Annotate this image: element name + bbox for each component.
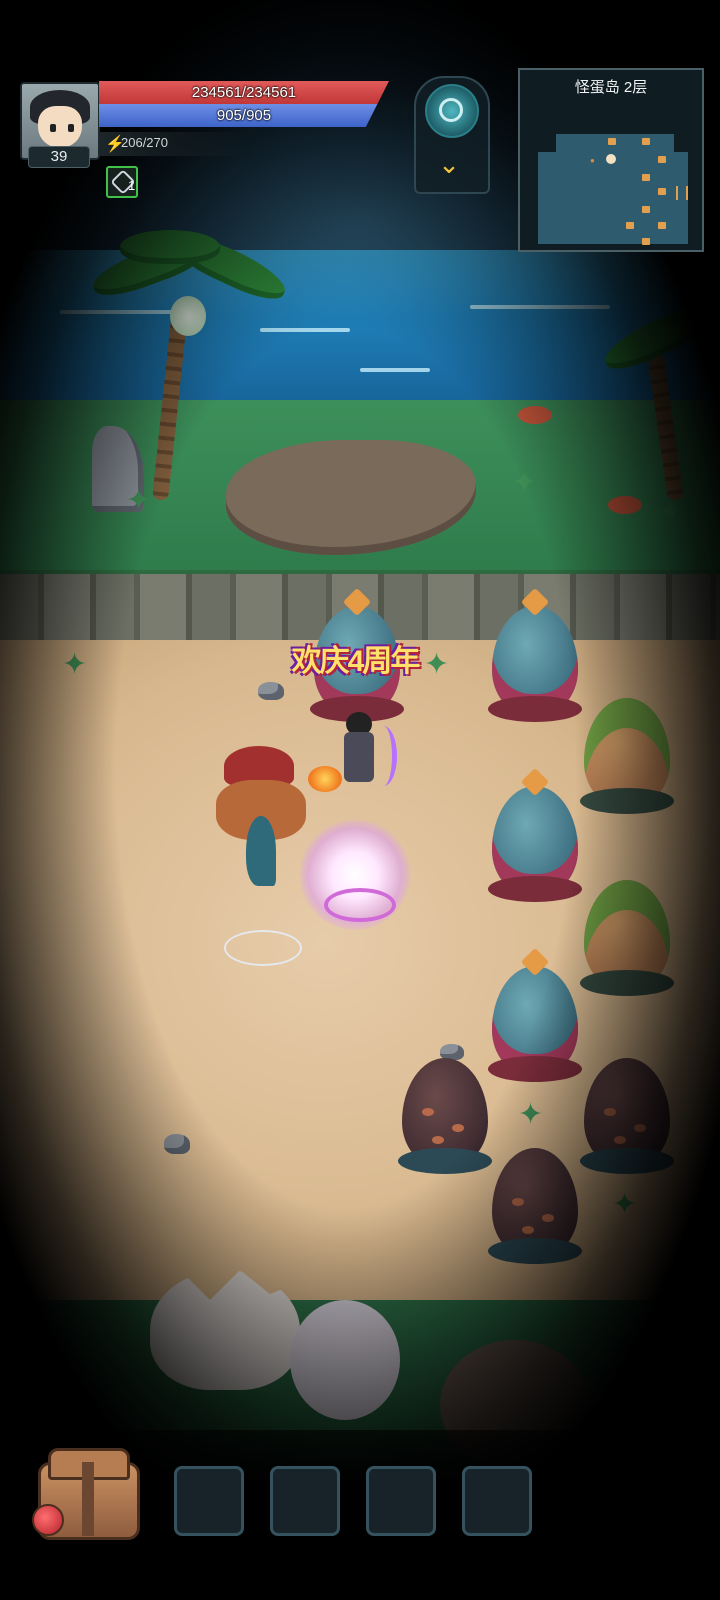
energy-text: 206/270 [121, 135, 168, 150]
dirt-patch [226, 440, 476, 555]
paw-icon: ● [590, 156, 595, 165]
minimap-room [538, 152, 688, 244]
anniversary-event-banner[interactable]: 欢庆4周年 [282, 632, 428, 682]
crab [608, 496, 642, 514]
buff-count: 1 [128, 178, 136, 193]
crab [518, 406, 552, 424]
hp-text: 234561/234561 [191, 84, 297, 101]
portal-swirl-icon[interactable] [425, 84, 479, 138]
banner-text: 欢庆4周年 [291, 645, 421, 678]
target-ring [324, 888, 396, 922]
energy-row: ⚡ 206/270 [99, 132, 249, 156]
buff-shield-icon[interactable]: 1 [106, 166, 138, 198]
player-marker-icon [606, 154, 616, 164]
potion-icon [32, 1504, 64, 1536]
egg-on-tree [170, 296, 206, 336]
mp-text: 905/905 [216, 107, 272, 124]
minimap-floor-title: 怪蛋岛 2层 [574, 79, 648, 96]
skill-slot-4[interactable] [462, 1466, 532, 1536]
skill-panel: ⌄ [414, 76, 490, 194]
upper-grass-area: ✦ ✦ ✦ [0, 400, 720, 590]
player-level-badge: 39 [28, 146, 90, 168]
backpack-button[interactable] [28, 1444, 140, 1540]
player-character [308, 712, 397, 808]
minimap[interactable]: 怪蛋岛 2层 ● [518, 68, 704, 252]
cracked-eggshell [290, 1300, 400, 1420]
pet-companion [212, 746, 312, 886]
skill-slot-1[interactable] [174, 1466, 244, 1536]
game-scene: ✦ ✦ ✦ ✦ ✦ ✦ ✦ 欢庆4周年 39 234561/234561 905… [0, 0, 720, 1600]
pet-shadow-ring [224, 930, 302, 966]
ladder-icon [676, 186, 688, 200]
skill-slot-3[interactable] [366, 1466, 436, 1536]
skill-slot-2[interactable] [270, 1466, 340, 1536]
chevron-down-icon[interactable]: ⌄ [434, 151, 464, 177]
